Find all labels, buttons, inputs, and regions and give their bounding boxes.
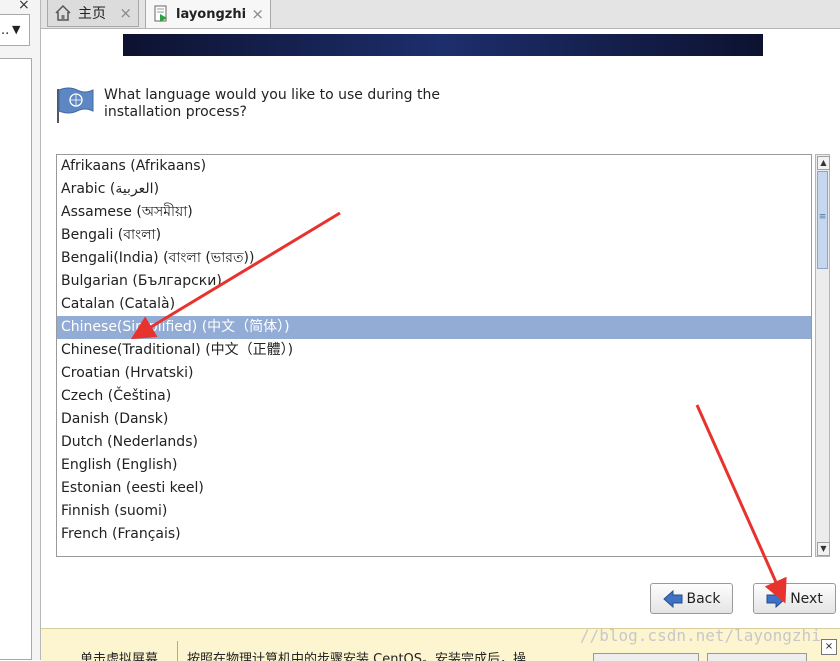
language-item[interactable]: Finnish (suomi) (57, 500, 811, 523)
language-item[interactable]: Chinese(Traditional) (中文（正體）) (57, 339, 811, 362)
language-item[interactable]: Afrikaans (Afrikaans) (57, 155, 811, 178)
language-list-scrollbar[interactable]: ▲ ≡ ▼ (815, 154, 830, 557)
watermark: //blog.csdn.net/layongzhi (580, 626, 821, 645)
back-arrow-icon (662, 589, 682, 608)
library-sidebar: × .. ▼ (0, 0, 41, 660)
tab-home-close-icon[interactable]: × (119, 4, 132, 22)
language-item[interactable]: Chinese(Simplified) (中文（简体）) (57, 316, 811, 339)
back-button-label: Back (686, 590, 721, 607)
next-arrow-icon (766, 589, 786, 608)
next-button[interactable]: Next (753, 583, 836, 614)
tab-bar: 主页 × layongzhi × (41, 0, 840, 29)
home-icon (54, 4, 72, 22)
language-item[interactable]: Estonian (eesti keel) (57, 477, 811, 500)
language-item[interactable]: Catalan (Català) (57, 293, 811, 316)
language-item[interactable]: Danish (Dansk) (57, 408, 811, 431)
vm-screen[interactable]: What language would you like to use duri… (43, 29, 840, 628)
language-item[interactable]: Bulgarian (Български) (57, 270, 811, 293)
language-item[interactable]: Arabic (العربية) (57, 178, 811, 201)
sidebar-close-icon[interactable]: × (18, 0, 30, 13)
language-item[interactable]: French (Français) (57, 523, 811, 546)
vm-icon (152, 5, 170, 23)
language-item[interactable]: Assamese (অসমীয়া) (57, 201, 811, 224)
hint-instruction: 按照在物理计算机中的步骤安装 CentOS。安装完成后，操 (187, 652, 527, 661)
library-tree[interactable] (0, 58, 32, 660)
sidebar-search-select[interactable]: .. ▼ (0, 14, 30, 46)
scroll-up-icon[interactable]: ▲ (817, 156, 830, 170)
language-item[interactable]: English (English) (57, 454, 811, 477)
scrollbar-grip-icon: ≡ (818, 212, 827, 222)
installer-banner (123, 34, 763, 56)
language-flag-icon (55, 85, 95, 125)
tab-vm-layongzhi[interactable]: layongzhi × (145, 0, 271, 28)
language-item[interactable]: Bengali (বাংলা) (57, 224, 811, 247)
language-item[interactable]: Dutch (Nederlands) (57, 431, 811, 454)
language-question: What language would you like to use duri… (104, 87, 440, 120)
tab-home[interactable]: 主页 × (47, 0, 139, 27)
back-button[interactable]: Back (650, 583, 733, 614)
hint-click-screen[interactable]: 单击虚拟屏幕 (80, 648, 158, 661)
hint-close-icon[interactable]: × (821, 639, 837, 655)
language-item[interactable]: Croatian (Hrvatski) (57, 362, 811, 385)
tab-vm-label: layongzhi (176, 6, 247, 22)
language-item[interactable]: Bengali(India) (বাংলা (ভারত)) (57, 247, 811, 270)
sidebar-select-value: .. (1, 23, 10, 38)
language-item[interactable]: Czech (Čeština) (57, 385, 811, 408)
tab-home-label: 主页 (78, 6, 106, 22)
next-button-label: Next (790, 590, 823, 607)
scroll-down-icon[interactable]: ▼ (817, 542, 830, 556)
language-list[interactable]: Afrikaans (Afrikaans) Arabic (العربية) Ass… (56, 154, 812, 557)
scrollbar-thumb[interactable]: ≡ (817, 171, 828, 269)
chevron-down-icon[interactable]: ▼ (12, 23, 20, 36)
hint-divider (177, 641, 178, 661)
tab-vm-close-icon[interactable]: × (251, 5, 264, 23)
